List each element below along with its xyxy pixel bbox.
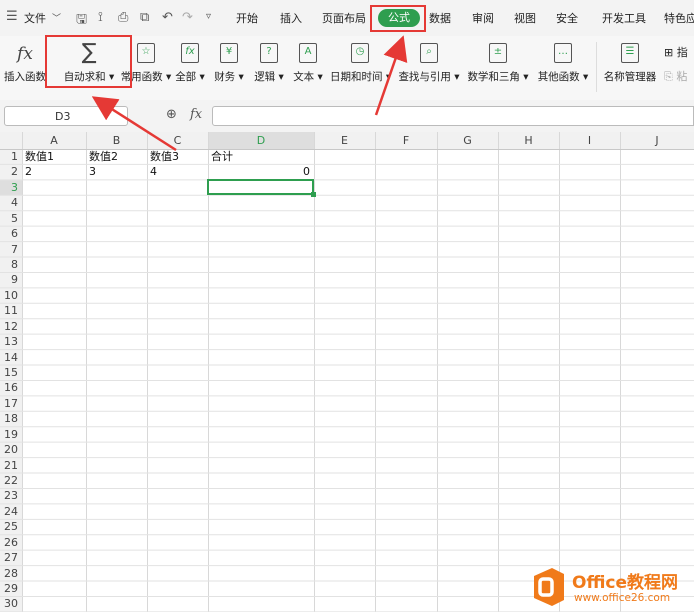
watermark-url: www.office26.com	[574, 592, 671, 604]
arrow-to-formulas-tab	[374, 35, 408, 116]
office-logo-icon	[534, 568, 564, 606]
watermark-brand: Office教程网	[572, 573, 679, 593]
annotation-arrows	[91, 35, 408, 152]
arrow-to-autosum	[91, 96, 177, 152]
office26-watermark: Office教程网 www.office26.com	[528, 562, 694, 612]
